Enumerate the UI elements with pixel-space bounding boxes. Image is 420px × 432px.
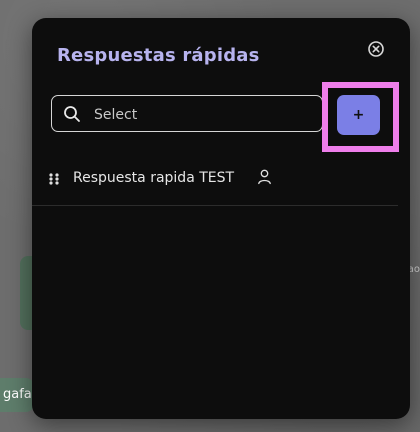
add-quick-reply-button[interactable]: + [337, 95, 380, 135]
background-message-snippet: gafa [0, 378, 34, 412]
quick-replies-list: Respuesta rapida TEST [32, 158, 410, 206]
search-field[interactable] [51, 95, 323, 132]
search-icon [64, 106, 80, 122]
close-button[interactable] [367, 40, 385, 58]
drag-handle-icon[interactable] [49, 173, 59, 185]
modal-title: Respuestas rápidas [57, 45, 260, 66]
list-item[interactable]: Respuesta rapida TEST [32, 158, 398, 206]
user-icon [258, 169, 271, 185]
list-item-label: Respuesta rapida TEST [73, 170, 235, 186]
close-circle-icon [368, 41, 384, 57]
quick-replies-modal: Respuestas rápidas + Respuesta rapida TE… [32, 18, 410, 419]
search-input[interactable] [92, 102, 316, 128]
